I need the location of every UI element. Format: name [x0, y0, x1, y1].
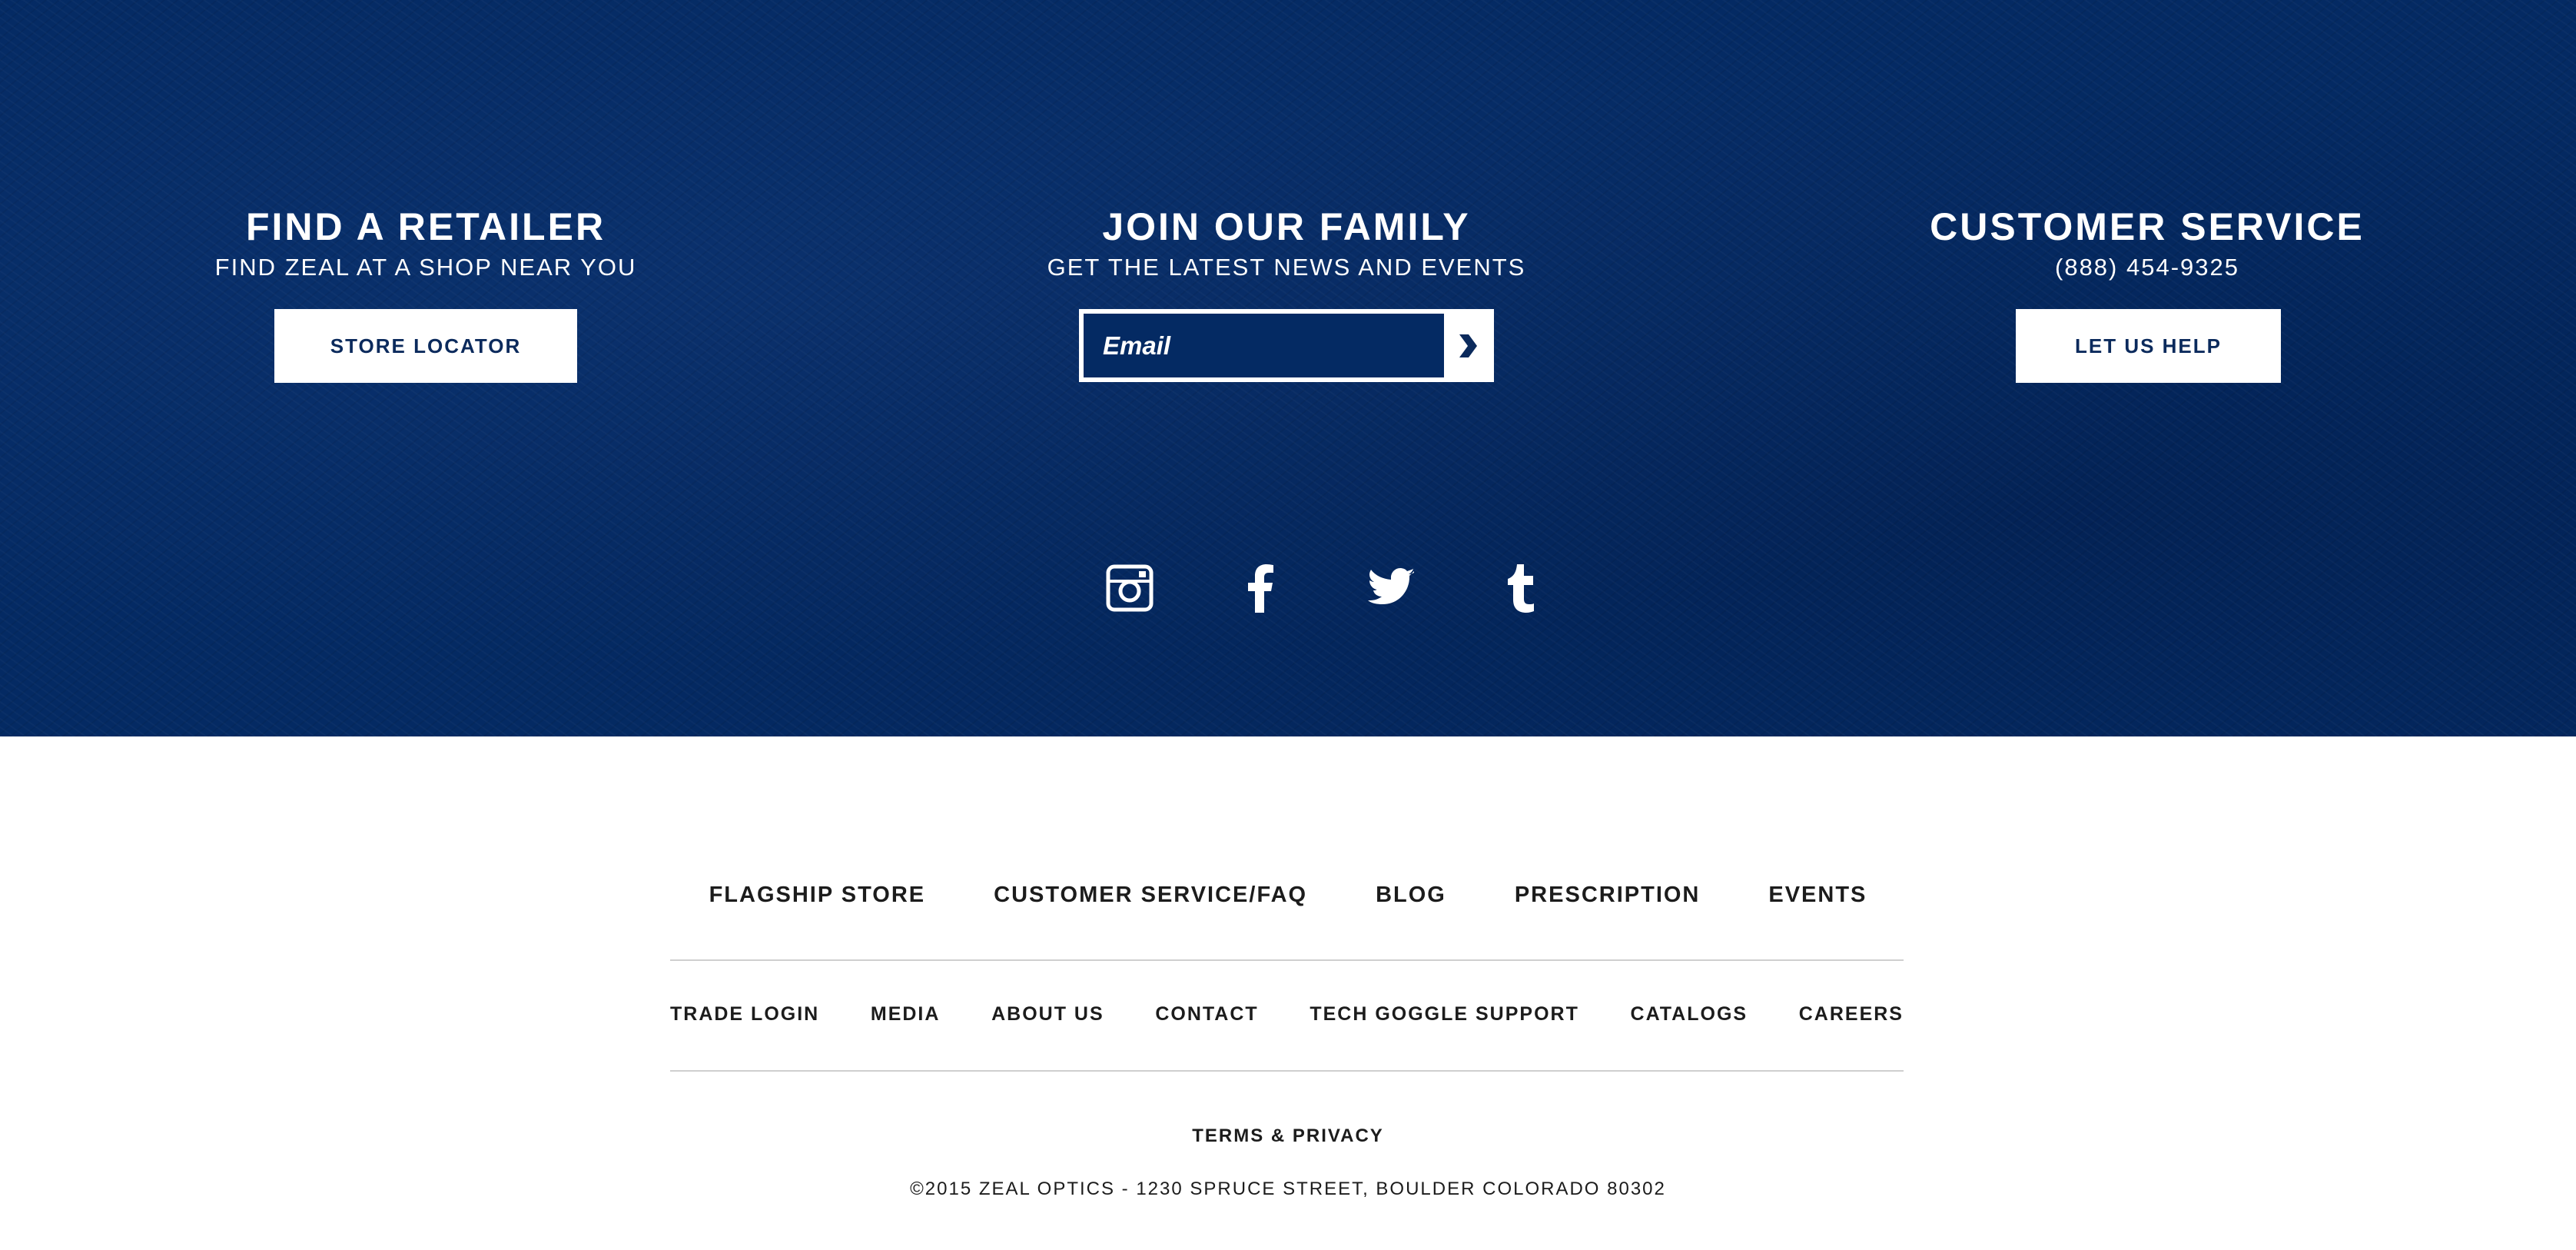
join-family-subtitle: GET THE LATEST NEWS AND EVENTS — [1047, 254, 1526, 281]
let-us-help-button[interactable]: LET US HELP — [2016, 309, 2281, 383]
footer-link-flagship-store[interactable]: FLAGSHIP STORE — [709, 883, 926, 908]
chevron-right-icon — [1459, 334, 1477, 357]
customer-service-section: CUSTOMER SERVICE (888) 454-9325 — [1763, 201, 2531, 283]
footer-link-blog[interactable]: BLOG — [1376, 883, 1446, 908]
facebook-icon — [1248, 564, 1273, 613]
footer-link-media[interactable]: MEDIA — [871, 1003, 941, 1026]
footer-link-events[interactable]: EVENTS — [1768, 883, 1867, 908]
join-family-section: JOIN OUR FAMILY GET THE LATEST NEWS AND … — [902, 201, 1671, 283]
footer-link-tech-goggle-support[interactable]: TECH GOGGLE SUPPORT — [1310, 1003, 1579, 1026]
find-retailer-title: FIND A RETAILER — [245, 205, 606, 248]
footer-link-about-us[interactable]: ABOUT US — [991, 1003, 1104, 1026]
twitter-icon — [1368, 568, 1414, 604]
instagram-link[interactable] — [1064, 561, 1195, 615]
footer-link-customer-service-faq[interactable]: CUSTOMER SERVICE/FAQ — [994, 883, 1307, 908]
join-family-title: JOIN OUR FAMILY — [1102, 205, 1471, 248]
email-submit-button[interactable] — [1444, 314, 1489, 377]
find-retailer-section: FIND A RETAILER FIND ZEAL AT A SHOP NEAR… — [41, 201, 810, 283]
email-input[interactable] — [1084, 314, 1444, 377]
instagram-icon — [1106, 564, 1154, 612]
terms-privacy-link[interactable]: TERMS & PRIVACY — [1192, 1125, 1384, 1146]
footer-link-trade-login[interactable]: TRADE LOGIN — [670, 1003, 819, 1026]
terms-row: TERMS & PRIVACY — [0, 1125, 2576, 1147]
customer-service-title: CUSTOMER SERVICE — [1930, 205, 2365, 248]
footer-link-catalogs[interactable]: CATALOGS — [1631, 1003, 1748, 1026]
facebook-link[interactable] — [1195, 561, 1326, 615]
tumblr-link[interactable] — [1456, 561, 1587, 615]
footer-link-contact[interactable]: CONTACT — [1155, 1003, 1258, 1026]
primary-footer-nav: FLAGSHIP STORE CUSTOMER SERVICE/FAQ BLOG… — [0, 883, 2576, 908]
newsletter-form — [1079, 309, 1494, 382]
footer-hero-band: FIND A RETAILER FIND ZEAL AT A SHOP NEAR… — [0, 0, 2576, 736]
twitter-link[interactable] — [1326, 561, 1456, 615]
copyright-text: ©2015 ZEAL OPTICS - 1230 SPRUCE STREET, … — [910, 1179, 1666, 1199]
footer-link-prescription[interactable]: PRESCRIPTION — [1515, 883, 1701, 908]
customer-service-phone: (888) 454-9325 — [2055, 254, 2239, 281]
tumblr-icon — [1508, 564, 1534, 613]
find-retailer-subtitle: FIND ZEAL AT A SHOP NEAR YOU — [214, 254, 637, 281]
divider — [670, 1070, 1904, 1072]
footer-link-careers[interactable]: CAREERS — [1799, 1003, 1904, 1026]
divider — [670, 959, 1904, 961]
secondary-footer-nav: TRADE LOGIN MEDIA ABOUT US CONTACT TECH … — [670, 1003, 1904, 1026]
store-locator-button[interactable]: STORE LOCATOR — [274, 309, 577, 383]
social-links — [1064, 561, 1587, 615]
